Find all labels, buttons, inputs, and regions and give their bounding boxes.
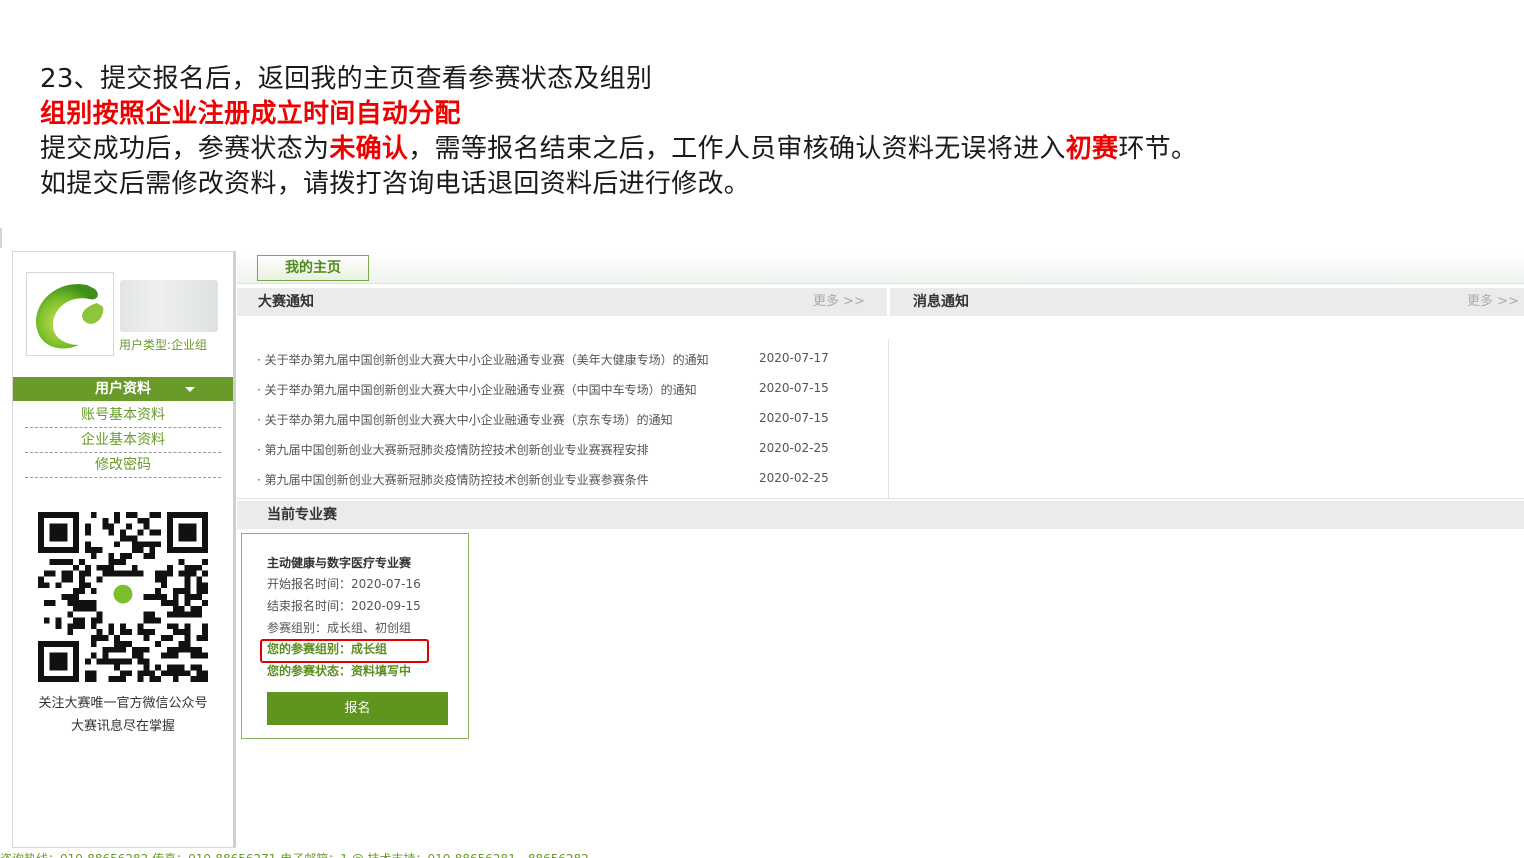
notice-date: 2020-02-25 bbox=[759, 471, 829, 485]
sidebar-item-company[interactable]: 企业基本资料 bbox=[25, 428, 221, 453]
avatar bbox=[26, 272, 114, 356]
notice-date: 2020-07-15 bbox=[759, 381, 829, 395]
notice-date: 2020-07-17 bbox=[759, 351, 829, 365]
contest-notices-header: 大赛通知 更多 >> bbox=[237, 288, 887, 316]
messages-title: 消息通知 bbox=[913, 294, 969, 310]
sidebar-item-password[interactable]: 修改密码 bbox=[25, 453, 221, 478]
status-unconfirmed: 未确认 bbox=[329, 134, 409, 164]
notice-item[interactable]: · 关于举办第九届中国创新创业大赛大中小企业融通专业赛（京东专场）的通知 2020… bbox=[257, 411, 857, 428]
my-status: 您的参赛状态：资料填写中 bbox=[267, 664, 412, 678]
contest-start-date: 开始报名时间：2020-07-16 bbox=[267, 577, 421, 591]
notice-date: 2020-02-25 bbox=[759, 441, 829, 455]
notice-title[interactable]: · 关于举办第九届中国创新创业大赛大中小企业融通专业赛（美年大健康专场）的通知 bbox=[257, 353, 709, 367]
stage-preliminary: 初赛 bbox=[1065, 134, 1119, 164]
current-contest-title: 当前专业赛 bbox=[267, 507, 337, 523]
user-name-blurred bbox=[120, 280, 218, 332]
menu-title: 用户资料 bbox=[95, 381, 151, 397]
notice-title[interactable]: · 关于举办第九届中国创新创业大赛大中小企业融通专业赛（京东专场）的通知 bbox=[257, 413, 673, 427]
qr-caption-1: 关注大赛唯一官方微信公众号 bbox=[38, 696, 208, 711]
contest-card: 主动健康与数字医疗专业赛 开始报名时间：2020-07-16 结束报名时间：20… bbox=[241, 533, 469, 739]
instruction-text: 环节。 bbox=[1118, 134, 1198, 164]
instruction-line-1: 23、提交报名后，返回我的主页查看参赛状态及组别 bbox=[40, 64, 653, 94]
notice-date: 2020-07-15 bbox=[759, 411, 829, 425]
chevron-down-icon bbox=[185, 387, 195, 392]
sidebar: 用户类型:企业组 用户资料 账号基本资料 企业基本资料 修改密码 关注大赛唯一官… bbox=[12, 251, 236, 848]
notice-title[interactable]: · 第九届中国创新创业大赛新冠肺炎疫情防控技术创新创业专业赛赛程安排 bbox=[257, 443, 649, 457]
contest-notices-more-link[interactable]: 更多 >> bbox=[813, 288, 865, 316]
instruction-line-4: 如提交后需修改资料，请拨打咨询电话退回资料后进行修改。 bbox=[40, 169, 751, 199]
notice-item[interactable]: · 第九届中国创新创业大赛新冠肺炎疫情防控技术创新创业专业赛参赛条件 2020-0… bbox=[257, 471, 857, 488]
highlight-box bbox=[260, 639, 429, 663]
qr-caption-2: 大赛讯息尽在掌握 bbox=[70, 719, 175, 734]
instruction-text: 提交成功后，参赛状态为 bbox=[40, 134, 330, 164]
notice-item[interactable]: · 关于举办第九届中国创新创业大赛大中小企业融通专业赛（美年大健康专场）的通知 2… bbox=[257, 351, 857, 368]
contest-notices-title: 大赛通知 bbox=[258, 294, 314, 310]
instruction-line-2: 组别按照企业注册成立时间自动分配 bbox=[40, 99, 461, 129]
current-contest-header: 当前专业赛 bbox=[237, 501, 1524, 529]
embedded-site: 用户类型:企业组 用户资料 账号基本资料 企业基本资料 修改密码 关注大赛唯一官… bbox=[0, 228, 1524, 858]
messages-more-link[interactable]: 更多 >> bbox=[1467, 288, 1519, 316]
notice-title[interactable]: · 关于举办第九届中国创新创业大赛大中小企业融通专业赛（中国中车专场）的通知 bbox=[257, 383, 697, 397]
signup-button[interactable]: 报名 bbox=[267, 692, 448, 725]
notice-item[interactable]: · 关于举办第九届中国创新创业大赛大中小企业融通专业赛（中国中车专场）的通知 20… bbox=[257, 381, 857, 398]
contest-groups: 参赛组别：成长组、初创组 bbox=[267, 621, 412, 635]
logo-icon bbox=[36, 284, 104, 349]
menu-user-profile[interactable]: 用户资料 bbox=[13, 377, 233, 401]
contest-name: 主动健康与数字医疗专业赛 bbox=[267, 556, 412, 570]
qr-code-icon bbox=[38, 512, 208, 682]
tab-my-home[interactable]: 我的主页 bbox=[257, 255, 369, 281]
notice-item[interactable]: · 第九届中国创新创业大赛新冠肺炎疫情防控技术创新创业专业赛赛程安排 2020-0… bbox=[257, 441, 857, 458]
main-content: 我的主页 大赛通知 更多 >> 消息通知 更多 >> · 关于举办第九届中国创新… bbox=[237, 251, 1524, 846]
user-type-label: 用户类型:企业组 bbox=[119, 338, 208, 352]
divider bbox=[888, 339, 889, 498]
instruction-text: ，需等报名结束之后，工作人员审核确认资料无误将进入 bbox=[408, 134, 1066, 164]
window-edge bbox=[0, 228, 2, 248]
divider bbox=[237, 498, 1524, 499]
instruction-block: 23、提交报名后，返回我的主页查看参赛状态及组别 组别按照企业注册成立时间自动分… bbox=[40, 62, 1500, 202]
notice-title[interactable]: · 第九届中国创新创业大赛新冠肺炎疫情防控技术创新创业专业赛参赛条件 bbox=[257, 473, 649, 487]
sidebar-item-account[interactable]: 账号基本资料 bbox=[25, 403, 221, 428]
contest-end-date: 结束报名时间：2020-09-15 bbox=[267, 599, 421, 613]
instruction-line-3: 提交成功后，参赛状态为未确认，需等报名结束之后，工作人员审核确认资料无误将进入初… bbox=[40, 132, 1500, 167]
messages-header: 消息通知 更多 >> bbox=[890, 288, 1524, 316]
tab-bar: 我的主页 bbox=[237, 251, 1524, 284]
